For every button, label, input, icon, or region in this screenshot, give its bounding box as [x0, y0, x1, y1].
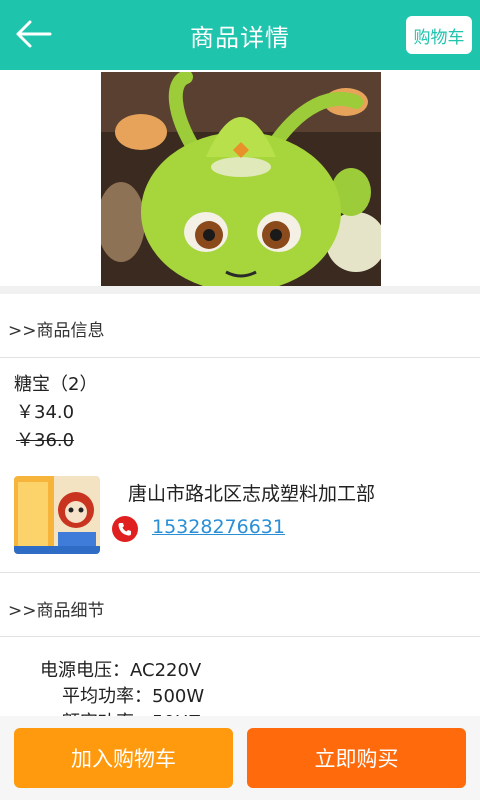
product-price: ￥34.0 [16, 402, 75, 423]
detail-line: 平均功率：500W [62, 686, 205, 707]
add-to-cart-button[interactable]: 加入购物车 [14, 728, 233, 788]
product-image-area [0, 70, 480, 286]
shop-logo[interactable] [14, 476, 100, 554]
product-original-price: ￥36.0 [16, 430, 75, 451]
product-image[interactable] [101, 72, 381, 286]
divider [0, 286, 480, 294]
phone-icon[interactable] [112, 516, 138, 542]
divider [0, 357, 480, 358]
detail-line: 电源电压：AC220V [40, 660, 202, 681]
cart-button[interactable]: 购物车 [406, 16, 472, 54]
shop-name: 唐山市路北区志成塑料加工部 [128, 483, 376, 505]
shop-phone-link[interactable]: 15328276631 [152, 516, 285, 538]
product-detail-section-title: >>商品细节 [8, 601, 105, 621]
app-header: 商品详情 购物车 [0, 0, 480, 70]
divider [0, 636, 480, 637]
product-name: 糖宝（2） [14, 374, 98, 395]
buy-now-button[interactable]: 立即购买 [247, 728, 466, 788]
product-info-section-title: >>商品信息 [8, 321, 105, 341]
bottom-action-bar: 加入购物车 立即购买 [0, 716, 480, 800]
divider [0, 572, 480, 573]
